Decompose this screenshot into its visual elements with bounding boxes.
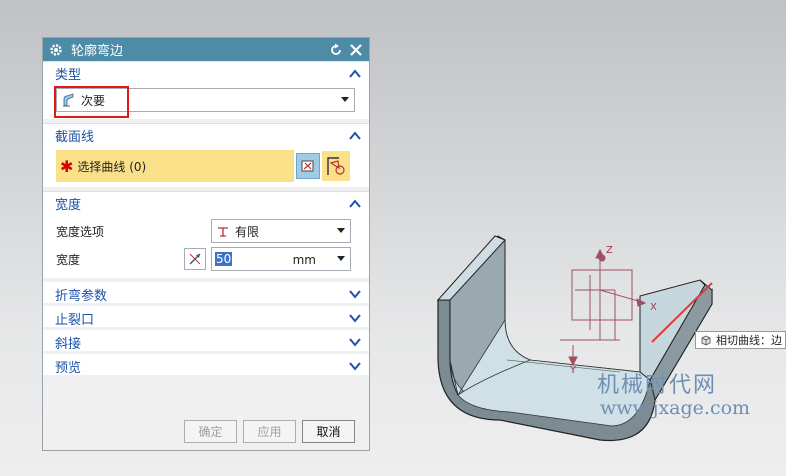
width-section-title: 宽度	[55, 198, 82, 213]
apply-button[interactable]: 应用	[243, 419, 296, 443]
dropdown-arrow-icon[interactable]	[337, 256, 345, 262]
gear-icon[interactable]	[49, 43, 63, 57]
chevron-down-icon	[349, 362, 361, 371]
type-section: 类型 次要	[43, 61, 369, 123]
width-value: 50	[215, 252, 233, 266]
bend-parameters-title: 折弯参数	[55, 288, 108, 304]
miter-title: 斜接	[55, 336, 82, 352]
relief-section: 止裂口	[43, 306, 369, 330]
width-option-label: 宽度选项	[56, 224, 105, 239]
relief-header[interactable]: 止裂口	[43, 306, 369, 330]
preview-section: 预览	[43, 354, 369, 378]
finite-width-icon	[218, 227, 228, 237]
chevron-down-icon	[349, 290, 361, 299]
type-dropdown[interactable]: 次要	[56, 88, 355, 112]
contour-flange-dialog: 轮廓弯边 类型 次要 截面线 ✱ 选择曲线 (0) 宽度 宽度选项 有限 宽度 …	[42, 37, 370, 451]
bend-parameters-section: 折弯参数	[43, 282, 369, 306]
dropdown-arrow-icon	[337, 228, 345, 233]
sketch-section-icon	[301, 160, 314, 172]
width-input[interactable]: 50 mm	[211, 247, 351, 271]
measure-icon	[189, 253, 201, 265]
type-section-header[interactable]: 类型	[43, 61, 369, 85]
width-option-value: 有限	[235, 224, 260, 239]
section-curve-section: 截面线 ✱ 选择曲线 (0)	[43, 123, 369, 191]
type-value: 次要	[81, 93, 106, 108]
type-section-title: 类型	[55, 68, 82, 83]
edge-filter-icon	[701, 335, 711, 346]
dialog-titlebar: 轮廓弯边	[43, 38, 369, 61]
reset-icon[interactable]	[329, 43, 343, 57]
dialog-buttons: 确定 应用 取消	[43, 412, 369, 450]
preview-title: 预览	[55, 360, 82, 376]
miter-section: 斜接	[43, 330, 369, 354]
axis-y-label: Y	[569, 365, 577, 376]
section-curve-header[interactable]: 截面线	[43, 123, 369, 147]
width-unit: mm	[292, 253, 316, 267]
relief-title: 止裂口	[55, 312, 95, 328]
section-curve-title: 截面线	[55, 130, 95, 145]
dialog-title: 轮廓弯边	[71, 44, 124, 59]
select-curve-label: 选择曲线 (0)	[77, 159, 147, 174]
width-section-header[interactable]: 宽度	[43, 191, 369, 215]
width-option-dropdown[interactable]: 有限	[211, 219, 351, 243]
bend-parameters-header[interactable]: 折弯参数	[43, 282, 369, 306]
axis-x-label: X	[650, 302, 657, 313]
chevron-up-icon	[349, 68, 361, 78]
dropdown-arrow-icon	[341, 97, 349, 102]
miter-header[interactable]: 斜接	[43, 330, 369, 354]
chevron-down-icon	[349, 314, 361, 323]
chevron-up-icon	[349, 130, 361, 140]
width-section: 宽度 宽度选项 有限 宽度 50 mm	[43, 191, 369, 282]
width-label: 宽度	[56, 252, 81, 267]
select-curve-field[interactable]: ✱ 选择曲线 (0)	[56, 150, 294, 182]
preview-header[interactable]: 预览	[43, 354, 369, 378]
chevron-down-icon	[349, 338, 361, 347]
sketch-section-button[interactable]	[296, 153, 320, 179]
secondary-flange-icon	[63, 93, 74, 107]
ok-button[interactable]: 确定	[184, 419, 237, 443]
csys-triad	[560, 248, 647, 367]
curve-select-icon	[327, 157, 345, 175]
axis-z-label: Z	[606, 245, 613, 256]
curve-select-button[interactable]	[322, 151, 350, 181]
close-icon[interactable]	[349, 43, 363, 57]
required-star-icon: ✱	[60, 156, 74, 176]
cancel-button[interactable]: 取消	[302, 419, 355, 443]
chevron-up-icon	[349, 198, 361, 208]
measure-button[interactable]	[184, 248, 206, 270]
